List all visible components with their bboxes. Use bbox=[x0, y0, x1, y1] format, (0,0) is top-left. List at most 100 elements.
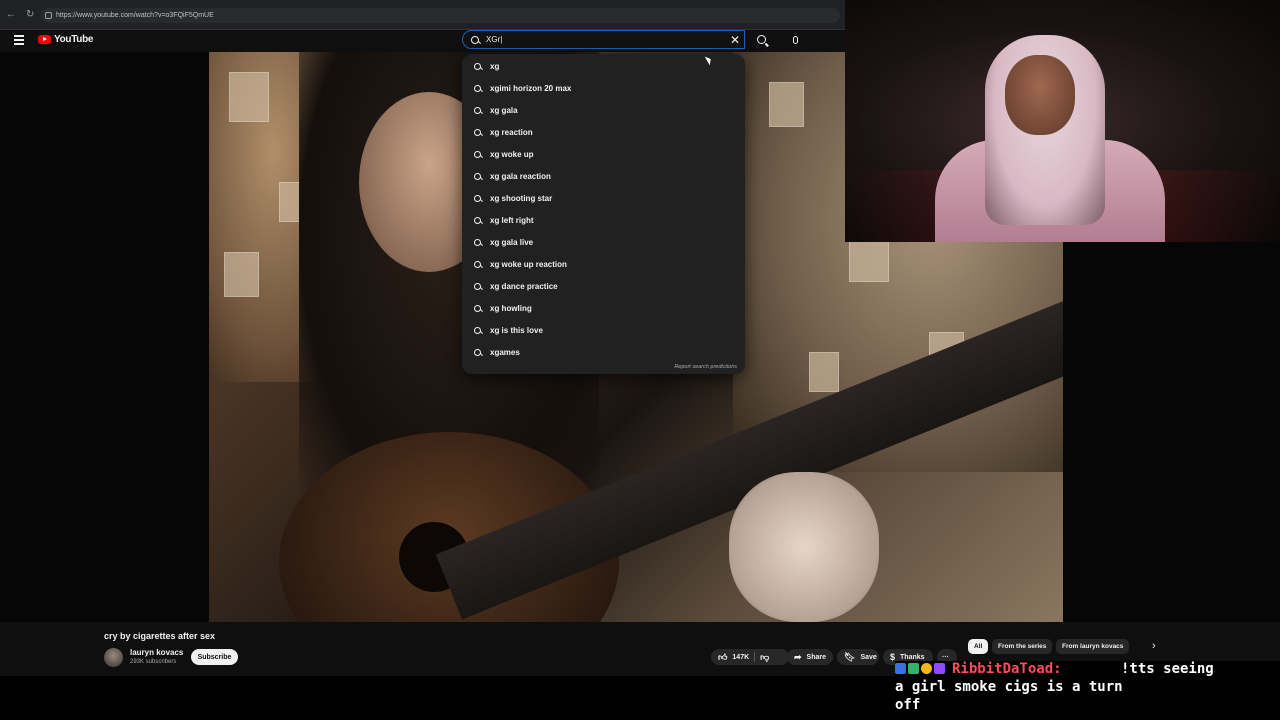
browser-toolbar: ← ↻ https://www.youtube.com/watch?v=o3FQ… bbox=[0, 0, 845, 30]
suggestion-item[interactable]: xg gala bbox=[462, 99, 745, 121]
menu-icon[interactable] bbox=[14, 35, 25, 45]
search-button[interactable] bbox=[750, 30, 772, 49]
logo-text: YouTube bbox=[54, 34, 94, 45]
url-text: https://www.youtube.com/watch?v=o3FQiF5Q… bbox=[56, 12, 214, 19]
search-icon bbox=[474, 348, 481, 356]
suggestion-item[interactable]: xg woke up reaction bbox=[462, 253, 745, 275]
save-button[interactable]: 🔖︎ Save bbox=[837, 649, 879, 665]
suggestion-text: xgames bbox=[490, 347, 520, 357]
suggestion-text: xgimi horizon 20 max bbox=[490, 83, 572, 93]
chip[interactable]: All bbox=[968, 639, 989, 654]
suggestion-text: xg bbox=[490, 61, 500, 71]
search-icon bbox=[474, 128, 481, 136]
search-icon bbox=[474, 216, 481, 224]
search-icon bbox=[474, 260, 481, 268]
channel-avatar[interactable] bbox=[104, 648, 123, 667]
subscribe-button[interactable]: Subscribe bbox=[191, 649, 238, 665]
suggestion-text: xg left right bbox=[490, 215, 534, 225]
suggestion-text: xg gala live bbox=[490, 237, 534, 247]
like-dislike-group: 👍︎ 147K 👎︎ bbox=[711, 649, 789, 665]
search-icon bbox=[474, 150, 481, 158]
search-icon bbox=[471, 35, 479, 44]
wall-photo bbox=[809, 352, 839, 392]
chat-badges bbox=[895, 663, 945, 674]
suggestion-item[interactable]: xg woke up bbox=[462, 143, 745, 165]
address-bar[interactable]: https://www.youtube.com/watch?v=o3FQiF5Q… bbox=[40, 8, 840, 23]
suggestion-text: xg shooting star bbox=[490, 193, 553, 203]
share-icon: ➦ bbox=[794, 651, 802, 662]
video-title: cry by cigarettes after sex bbox=[104, 631, 216, 641]
reload-icon[interactable]: ↻ bbox=[26, 9, 36, 20]
back-arrow-icon[interactable]: ← bbox=[6, 9, 16, 20]
youtube-play-icon bbox=[38, 35, 51, 44]
search-icon bbox=[474, 282, 481, 290]
badge-icon bbox=[895, 663, 906, 674]
search-suggestions: xg xgimi horizon 20 max xg gala xg reaction… bbox=[462, 54, 745, 374]
search-icon bbox=[474, 304, 481, 312]
chip[interactable]: From the series bbox=[992, 639, 1053, 654]
suggestion-item[interactable]: xg howling bbox=[462, 297, 745, 319]
badge-icon bbox=[908, 663, 919, 674]
clear-icon[interactable]: ✕ bbox=[730, 33, 740, 47]
suggestion-item[interactable]: xg gala live bbox=[462, 231, 745, 253]
suggestion-item[interactable]: xgimi horizon 20 max bbox=[462, 77, 745, 99]
bottom-bar bbox=[0, 676, 895, 720]
badge-icon bbox=[921, 663, 932, 674]
suggestion-item[interactable]: xg shooting star bbox=[462, 187, 745, 209]
share-label: Share bbox=[806, 653, 827, 661]
chat-username: RibbitDaToad: bbox=[952, 661, 1062, 677]
search-icon bbox=[474, 84, 481, 92]
search-icon bbox=[756, 35, 766, 44]
suggestion-item[interactable]: xg bbox=[462, 55, 745, 77]
search-icon bbox=[474, 326, 481, 334]
person-hand bbox=[729, 472, 879, 622]
suggestion-text: xg dance practice bbox=[490, 281, 558, 291]
suggestion-item[interactable]: xgames bbox=[462, 341, 745, 363]
suggestion-item[interactable]: xg gala reaction bbox=[462, 165, 745, 187]
suggestion-text: xg is this love bbox=[490, 325, 543, 335]
streamer-face bbox=[1005, 55, 1075, 135]
search-input[interactable] bbox=[486, 35, 716, 44]
youtube-logo[interactable]: YouTube bbox=[38, 34, 94, 45]
badge-icon bbox=[934, 663, 945, 674]
chat-message-line: !tts seeing bbox=[1121, 661, 1214, 677]
search-icon bbox=[474, 62, 481, 70]
chip[interactable]: From lauryn kovacs bbox=[1056, 639, 1130, 654]
share-button[interactable]: ➦ Share bbox=[787, 649, 833, 665]
mic-icon bbox=[792, 35, 798, 44]
chat-overlay: RibbitDaToad: !tts seeing a girl smoke c… bbox=[895, 661, 1280, 720]
thumbs-down-icon[interactable]: 👎︎ bbox=[760, 652, 769, 662]
suggestion-item[interactable]: xg reaction bbox=[462, 121, 745, 143]
search-icon bbox=[474, 194, 481, 202]
channel-name[interactable]: lauryn kovacs bbox=[130, 648, 183, 657]
search-icon bbox=[474, 172, 481, 180]
wall-photo bbox=[229, 72, 269, 122]
bookmark-icon: 🔖︎ bbox=[844, 651, 856, 662]
search-box[interactable]: ✕ bbox=[462, 30, 745, 49]
chat-message-line: off bbox=[895, 697, 921, 713]
suggestion-text: xg reaction bbox=[490, 127, 533, 137]
search-icon bbox=[474, 238, 481, 246]
suggestion-text: xg gala bbox=[490, 105, 518, 115]
wall-photo bbox=[769, 82, 804, 127]
suggestion-text: xg woke up bbox=[490, 149, 534, 159]
subscriber-count: 293K subscribers bbox=[130, 659, 177, 665]
suggestion-item[interactable]: xg is this love bbox=[462, 319, 745, 341]
like-count[interactable]: 147K bbox=[732, 654, 749, 661]
suggestion-text: xg gala reaction bbox=[490, 171, 551, 181]
search-icon bbox=[474, 106, 481, 114]
wall-photo bbox=[224, 252, 259, 297]
suggestion-text: xg howling bbox=[490, 303, 532, 313]
lock-icon bbox=[45, 12, 52, 19]
thanks-label: Thanks bbox=[900, 653, 925, 661]
save-label: Save bbox=[860, 653, 877, 661]
suggestion-item[interactable]: xg left right bbox=[462, 209, 745, 231]
youtube-header: YouTube ✕ bbox=[0, 30, 845, 52]
report-predictions-link[interactable]: Report search predictions bbox=[674, 364, 737, 370]
suggestion-text: xg woke up reaction bbox=[490, 259, 567, 269]
chevron-right-icon[interactable]: › bbox=[1152, 640, 1156, 652]
divider bbox=[754, 652, 756, 662]
suggestion-item[interactable]: xg dance practice bbox=[462, 275, 745, 297]
voice-search-button[interactable] bbox=[784, 30, 806, 49]
thumbs-up-icon[interactable]: 👍︎ bbox=[718, 652, 727, 662]
